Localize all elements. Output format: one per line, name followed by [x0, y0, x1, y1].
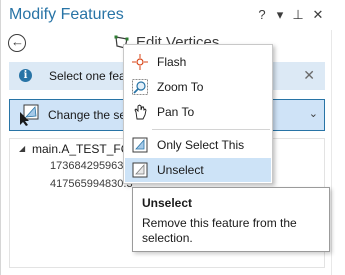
- info-icon: i: [19, 69, 32, 82]
- options-menu-button[interactable]: ▾: [273, 8, 287, 22]
- unselect-icon: [132, 162, 148, 178]
- change-selection-label: Change the se: [48, 108, 127, 122]
- pan-to-icon: [134, 104, 147, 120]
- dismiss-info-icon[interactable]: ✕: [303, 67, 315, 84]
- change-selection-icon: [20, 104, 39, 126]
- tree-feature-node[interactable]: 173684295963.: [50, 160, 126, 172]
- menu-item-zoom-to[interactable]: Zoom To: [125, 75, 271, 99]
- close-pane-button[interactable]: ✕: [311, 8, 325, 22]
- pane-title-bar: Modify Features ? ▾ ⊥ ✕: [1, 0, 345, 32]
- pane-divider: [331, 30, 332, 275]
- menu-item-label: Only Select This: [157, 138, 245, 152]
- tooltip-description: Remove this feature from the selection.: [142, 216, 297, 245]
- menu-item-label: Flash: [157, 55, 187, 69]
- collapse-triangle-icon[interactable]: ◢: [19, 144, 25, 153]
- context-menu: Flash Zoom To Pan To Only Select This Un…: [123, 44, 273, 184]
- menu-item-label: Pan To: [157, 105, 195, 119]
- pin-button[interactable]: ⊥: [291, 8, 305, 22]
- back-arrow-icon: ←: [11, 34, 24, 49]
- select-this-icon: [132, 137, 148, 153]
- tooltip-title: Unselect: [142, 196, 193, 210]
- chevron-down-icon[interactable]: ⌄: [309, 107, 318, 120]
- menu-item-only-select-this[interactable]: Only Select This: [125, 133, 271, 157]
- back-button[interactable]: ←: [8, 34, 26, 52]
- menu-item-label: Unselect: [157, 163, 204, 177]
- menu-separator: [152, 129, 270, 130]
- menu-item-flash[interactable]: Flash: [125, 50, 271, 74]
- zoom-to-icon: [132, 79, 148, 95]
- pane-title: Modify Features: [9, 6, 124, 23]
- tree-feature-node[interactable]: 417565994830.3: [50, 178, 133, 190]
- flash-icon: [132, 54, 148, 70]
- menu-item-pan-to[interactable]: Pan To: [125, 100, 271, 124]
- help-button[interactable]: ?: [255, 8, 269, 22]
- unselect-tooltip: Unselect Remove this feature from the se…: [132, 187, 330, 252]
- menu-item-unselect[interactable]: Unselect: [125, 158, 271, 182]
- menu-item-label: Zoom To: [157, 80, 204, 94]
- info-text: Select one feat: [49, 69, 130, 83]
